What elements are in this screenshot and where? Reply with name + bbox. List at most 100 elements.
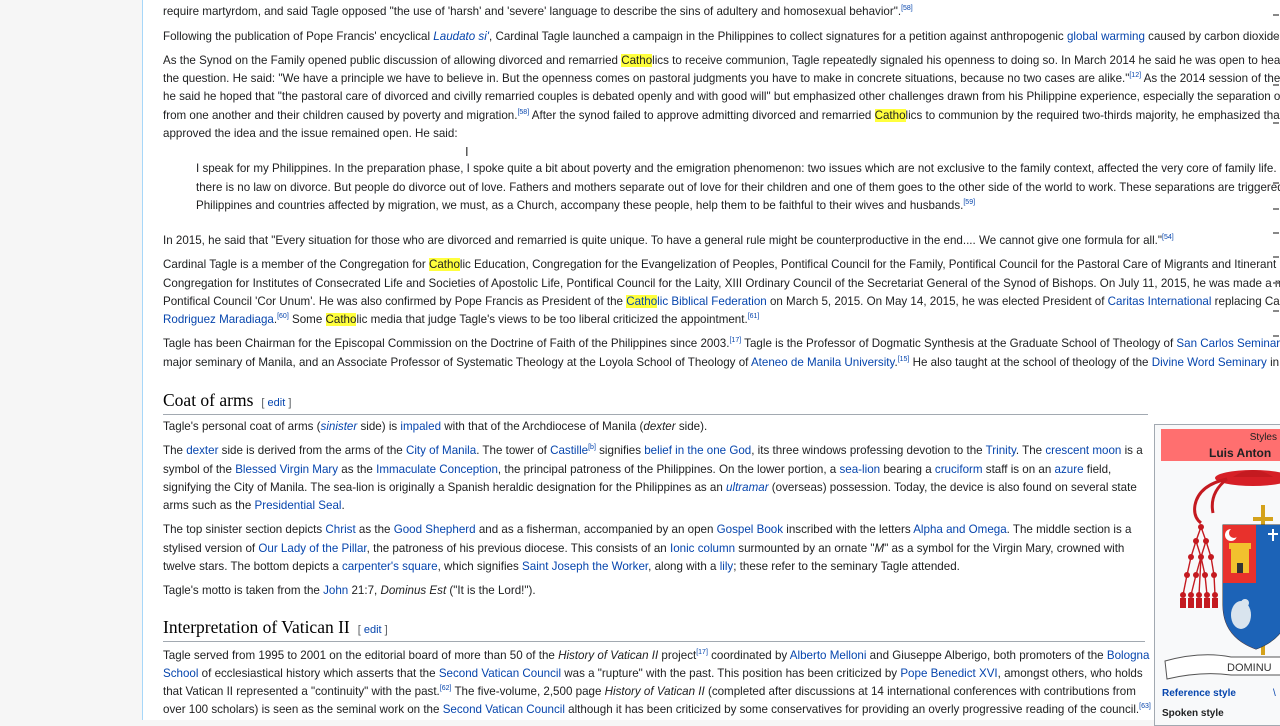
link-laudato-si[interactable]: Laudato si' xyxy=(433,30,489,43)
search-highlight: Catho xyxy=(874,109,906,122)
link-belief-in-one-god[interactable]: belief in the one God xyxy=(644,444,751,457)
edit-section-link: [ edit ] xyxy=(357,624,388,636)
link-crescent-moon[interactable]: crescent moon xyxy=(1045,444,1121,457)
edit-link[interactable]: edit xyxy=(364,624,382,636)
text-cursor-icon: I xyxy=(465,144,469,159)
infobox-spoken-style-label: Spoken style xyxy=(1162,708,1224,719)
link-city-of-manila[interactable]: City of Manila xyxy=(406,444,476,457)
link-san-carlos-seminary[interactable]: San Carlos Seminary xyxy=(1176,337,1280,350)
paragraph-line: he said he hoped that "the pastoral care… xyxy=(163,90,1280,103)
link-blessed-virgin-mary[interactable]: Blessed Virgin Mary xyxy=(235,463,338,476)
paragraph-line: over 100 scholars) is seen as the semina… xyxy=(163,703,1151,716)
paragraph-line: require martyrdom, and said Tagle oppose… xyxy=(163,5,913,18)
citation[interactable]: [54] xyxy=(1162,234,1174,241)
paragraph-line: Tagle served from 1995 to 2001 on the ed… xyxy=(163,649,1150,662)
link-ionic-column[interactable]: Ionic column xyxy=(670,542,735,555)
link-cruciform[interactable]: cruciform xyxy=(935,463,983,476)
search-highlight: Catho xyxy=(621,54,653,67)
paragraph-line: The dexter side is derived from the arms… xyxy=(163,444,1143,457)
link-dexter[interactable]: dexter xyxy=(186,444,218,457)
paragraph-line: In 2015, he said that "Every situation f… xyxy=(163,234,1174,247)
article-content: require martyrdom, and said Tagle oppose… xyxy=(142,0,1280,720)
paragraph-line: approved the idea and the issue remained… xyxy=(163,127,458,140)
paragraph-line: from one another and their children caus… xyxy=(163,109,1280,122)
link-second-vatican-council[interactable]: Second Vatican Council xyxy=(439,667,561,680)
link-our-lady-of-the-pillar[interactable]: Our Lady of the Pillar xyxy=(258,542,366,555)
search-highlight: Catho xyxy=(428,258,460,271)
paragraph-line: As the Synod on the Family opened public… xyxy=(163,54,1280,67)
left-gutter xyxy=(0,0,142,720)
paragraph-line: Pontifical Council 'Cor Unum'. He was al… xyxy=(163,295,1280,308)
link-rodriguez-maradiaga[interactable]: Rodriguez Maradiaga xyxy=(163,313,274,326)
link-ultramar[interactable]: ultramar xyxy=(726,481,769,494)
link-john[interactable]: John xyxy=(323,584,348,597)
link-global-warming[interactable]: global warming xyxy=(1067,30,1145,43)
paragraph-line: Cardinal Tagle is a member of the Congre… xyxy=(163,258,1280,271)
paragraph-line: signifying the City of Manila. The sea-l… xyxy=(163,481,1137,494)
citation[interactable]: [61] xyxy=(748,313,760,320)
note[interactable]: [b] xyxy=(588,444,596,451)
paragraph-line: that Vatican II represented a "continuit… xyxy=(163,685,1136,698)
link-alberto-melloni[interactable]: Alberto Melloni xyxy=(790,649,867,662)
link-caritas-international[interactable]: Caritas International xyxy=(1108,295,1212,308)
link-trinity[interactable]: Trinity xyxy=(986,444,1016,457)
blockquote-line: I speak for my Philippines. In the prepa… xyxy=(196,162,1280,175)
citation[interactable]: [15] xyxy=(898,356,910,363)
paragraph-line: stylised version of Our Lady of the Pill… xyxy=(163,542,1125,555)
section-heading-coat-of-arms: Coat of arms[ edit ] xyxy=(163,390,1148,415)
citation[interactable]: [58] xyxy=(517,109,529,116)
paragraph-line: twelve stars. The bottom depicts a carpe… xyxy=(163,560,960,573)
link-saint-joseph-the-worker[interactable]: Saint Joseph the Worker xyxy=(522,560,648,573)
paragraph-line: Tagle's personal coat of arms (sinister … xyxy=(163,420,708,433)
link-pope-benedict-xvi[interactable]: Pope Benedict XVI xyxy=(900,667,997,680)
edit-section-link: [ edit ] xyxy=(261,397,292,409)
citation[interactable]: [58] xyxy=(901,5,913,12)
styles-infobox: Styles Luis Anton DOMINU Reference style… xyxy=(1154,424,1280,726)
paragraph-line: Tagle has been Chairman for the Episcopa… xyxy=(163,335,1280,353)
citation[interactable]: [63] xyxy=(1139,703,1151,710)
citation[interactable]: [59] xyxy=(963,199,975,206)
link-catholic-biblical-federation[interactable]: Catholic Biblical Federation xyxy=(626,295,767,308)
citation[interactable]: [17] xyxy=(696,649,708,656)
paragraph-line: major seminary of Manila, and an Associa… xyxy=(163,356,1280,369)
link-second-vatican-council[interactable]: Second Vatican Council xyxy=(443,703,565,716)
link-sinister[interactable]: sinister xyxy=(321,420,358,433)
coat-motto: DOMINU xyxy=(1227,662,1272,674)
infobox-header: Styles Luis Anton xyxy=(1161,429,1280,461)
link-christ[interactable]: Christ xyxy=(325,523,355,536)
link-divine-word-seminary[interactable]: Divine Word Seminary xyxy=(1152,356,1267,369)
citation[interactable]: [60] xyxy=(277,313,289,320)
paragraph-line: Rodriguez Maradiaga.[60] Some Catholic m… xyxy=(163,313,760,326)
link-carpenters-square[interactable]: carpenter's square xyxy=(342,560,438,573)
search-highlight: Catho xyxy=(325,313,357,326)
citation[interactable]: [17] xyxy=(729,337,741,344)
link-impaled[interactable]: impaled xyxy=(400,420,441,433)
link-azure[interactable]: azure xyxy=(1055,463,1084,476)
blockquote-line: there is no law on divorce. But people d… xyxy=(196,181,1280,194)
coat-of-arms-image[interactable]: DOMINU xyxy=(1161,465,1280,685)
citation[interactable]: [62] xyxy=(440,685,452,692)
link-lily[interactable]: lily xyxy=(720,560,734,573)
link-sea-lion[interactable]: sea-lion xyxy=(839,463,880,476)
link-immaculate-conception[interactable]: Immaculate Conception xyxy=(376,463,498,476)
link-ateneo-de-manila[interactable]: Ateneo de Manila University xyxy=(751,356,895,369)
section-heading-vatican-ii: Interpretation of Vatican II[ edit ] xyxy=(163,617,1145,642)
link-gospel-book[interactable]: Gospel Book xyxy=(717,523,783,536)
paragraph-line: symbol of the Blessed Virgin Mary as the… xyxy=(163,463,1112,476)
link-presidential-seal[interactable]: Presidential Seal xyxy=(255,499,342,512)
link-castille[interactable]: Castille xyxy=(550,444,588,457)
infobox-name: Luis Anton xyxy=(1209,446,1272,460)
paragraph-line: Following the publication of Pope Franci… xyxy=(163,30,1280,43)
citation[interactable]: [12] xyxy=(1129,72,1141,79)
infobox-reference-style-label: Reference style xyxy=(1162,688,1236,699)
blockquote-line: Philippines and countries affected by mi… xyxy=(196,199,976,212)
link-good-shepherd[interactable]: Good Shepherd xyxy=(394,523,476,536)
paragraph-line: Tagle's motto is taken from the John 21:… xyxy=(163,584,536,597)
link-alpha-and-omega[interactable]: Alpha and Omega xyxy=(913,523,1006,536)
right-edge-fragments xyxy=(1271,0,1280,720)
link-bologna[interactable]: Bologna xyxy=(1107,649,1150,662)
paragraph-line: School of ecclesiastical history which a… xyxy=(163,667,1143,680)
link-bologna-school[interactable]: School xyxy=(163,667,198,680)
edit-link[interactable]: edit xyxy=(268,397,286,409)
paragraph-line: the question. He said: "We have a princi… xyxy=(163,72,1280,85)
